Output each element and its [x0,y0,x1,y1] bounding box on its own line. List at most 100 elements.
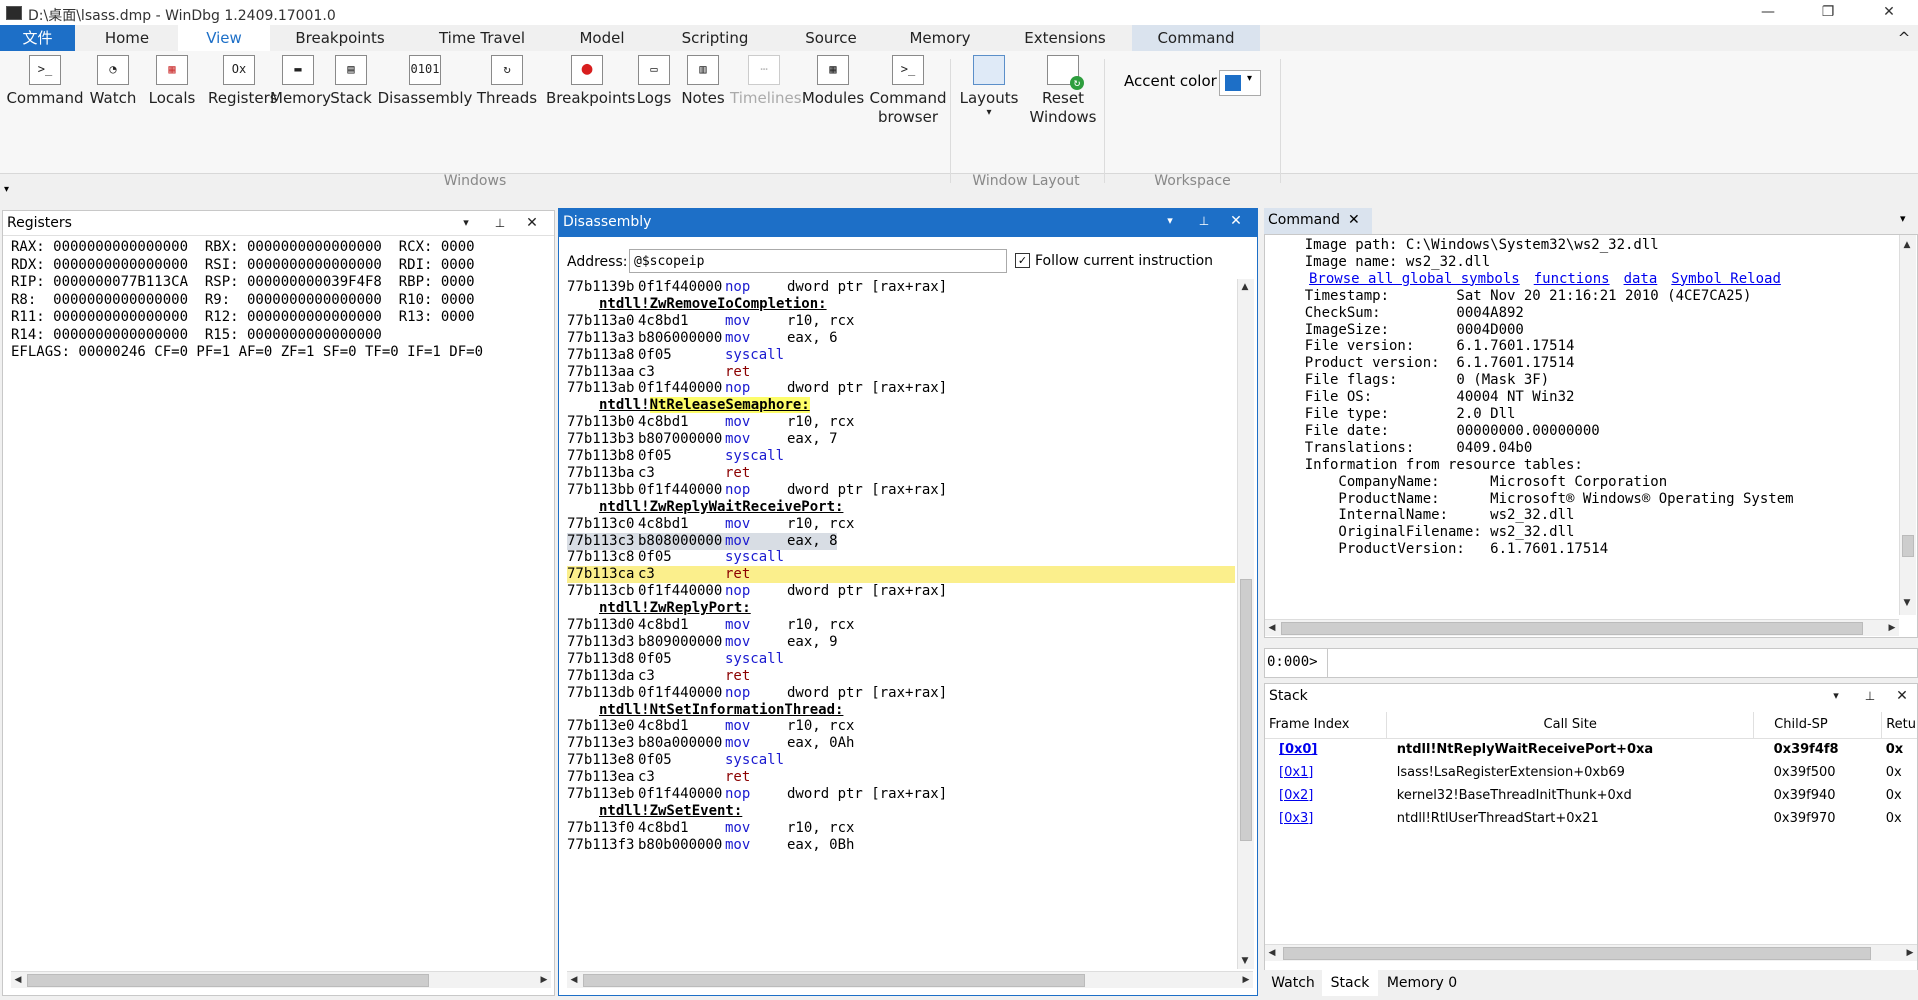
stack-frame-row[interactable]: [0x1] lsass!LsaRegisterExtension+0xb69 0x3… [1265,761,1917,784]
quick-access-toggle[interactable]: ▾ [4,184,9,195]
disasm-instruction-row[interactable]: 77b1139b 0f1f440000 nop dword ptr [rax+rax] [567,279,1235,296]
command-tab[interactable]: Command ✕ [1264,208,1372,234]
disasm-label-row[interactable]: ntdll!ZwReplyPort: [567,600,1235,617]
maximize-button[interactable]: ❐ [1805,0,1851,25]
command-link-functions[interactable]: functions [1534,271,1610,287]
accent-color-picker[interactable]: ▾ [1219,70,1261,96]
scroll-left-arrow[interactable]: ◀ [1265,945,1279,961]
registers-menu-button[interactable]: ▾ [455,211,477,235]
registers-hscroll-thumb[interactable] [27,974,429,987]
tab-command[interactable]: Command [1132,25,1260,51]
scroll-left-arrow[interactable]: ◀ [1265,620,1279,636]
tab-model[interactable]: Model [555,25,649,51]
column-return[interactable]: Retu [1882,712,1917,738]
disasm-label-row[interactable]: ntdll!NtReleaseSemaphore: [567,397,1235,414]
close-window-button[interactable]: ✕ [1866,0,1912,25]
disassembly-menu-button[interactable]: ▾ [1159,209,1181,233]
minimize-button[interactable]: — [1745,0,1791,25]
stack-menu-button[interactable]: ▾ [1825,684,1847,708]
follow-instruction-checkbox[interactable]: ✓ [1015,253,1030,268]
column-call-site[interactable]: Call Site [1386,712,1755,738]
tab-source[interactable]: Source [780,25,882,51]
scroll-down-arrow[interactable]: ▼ [1900,595,1914,611]
tab-time-travel[interactable]: Time Travel [412,25,552,51]
tab-extensions[interactable]: Extensions [1000,25,1130,51]
disasm-instruction-row[interactable]: 77b113ea c3 ret [567,769,1235,786]
ribbon-button-logs[interactable]: ▭ Logs [632,55,676,108]
disasm-instruction-row[interactable]: 77b113c8 0f05 syscall [567,549,1235,566]
command-input[interactable] [1331,651,1915,675]
bottom-tab-memory-0[interactable]: Memory 0 [1380,970,1464,996]
command-vscroll-thumb[interactable] [1902,535,1914,557]
collapse-ribbon-button[interactable]: ^ [1890,25,1918,51]
column-child-sp[interactable]: Child-SP [1753,712,1883,738]
ribbon-button-threads[interactable]: ↻ Threads [474,55,540,108]
disasm-instruction-row[interactable]: 77b113ba c3 ret [567,465,1235,482]
disasm-instruction-row[interactable]: 77b113eb 0f1f440000 nop dword ptr [rax+rax] [567,786,1235,803]
command-link-browse-all-global-symbols[interactable]: Browse all global symbols [1309,271,1520,287]
disasm-instruction-row[interactable]: 77b113b8 0f05 syscall [567,448,1235,465]
command-menu-button[interactable]: ▾ [1900,212,1906,225]
ribbon-button-disassembly[interactable]: 0101 Disassembly [376,55,474,108]
ribbon-button-notes[interactable]: ▥ Notes [680,55,726,108]
disassembly-close-button[interactable]: ✕ [1225,209,1247,233]
ribbon-button-locals[interactable]: ▦ Locals [142,55,202,108]
stack-hscrollbar[interactable]: ◀ ▶ [1265,944,1917,961]
disassembly-hscrollbar[interactable]: ◀ ▶ [567,971,1253,988]
disasm-instruction-row[interactable]: 77b113d8 0f05 syscall [567,651,1235,668]
scroll-up-arrow[interactable]: ▲ [1900,237,1914,253]
scroll-left-arrow[interactable]: ◀ [567,972,581,988]
ribbon-button-modules[interactable]: ▦ Modules [800,55,866,108]
stack-frame-index[interactable]: [0x1] [1265,761,1387,784]
disasm-instruction-row[interactable]: 77b113db 0f1f440000 nop dword ptr [rax+rax] [567,685,1235,702]
disasm-instruction-row[interactable]: 77b113da c3 ret [567,668,1235,685]
disasm-instruction-row[interactable]: 77b113cb 0f1f440000 nop dword ptr [rax+rax] [567,583,1235,600]
command-link-data[interactable]: data [1624,271,1658,287]
disasm-label-row[interactable]: ntdll!NtSetInformationThread: [567,702,1235,719]
disasm-instruction-row[interactable]: 77b113b3 b807000000 mov eax, 7 [567,431,1235,448]
ribbon-button-memory[interactable]: ▬ Memory [270,55,331,108]
disasm-label-row[interactable]: ntdll!ZwSetEvent: [567,803,1235,820]
stack-frame-row[interactable]: [0x0] ntdll!NtReplyWaitReceivePort+0xa 0x3… [1265,738,1917,761]
stack-frame-index[interactable]: [0x0] [1265,738,1387,761]
disasm-instruction-row[interactable]: 77b113d3 b809000000 mov eax, 9 [567,634,1235,651]
disasm-instruction-row[interactable]: 77b113e3 b80a000000 mov eax, 0Ah [567,735,1235,752]
command-hscroll-thumb[interactable] [1281,622,1863,635]
disasm-instruction-row[interactable]: 77b113ab 0f1f440000 nop dword ptr [rax+rax] [567,380,1235,397]
disasm-instruction-row[interactable]: 77b113c0 4c8bd1 mov r10, rcx [567,516,1235,533]
disasm-instruction-row[interactable]: 77b113f3 b80b000000 mov eax, 0Bh [567,837,1235,854]
disasm-instruction-row[interactable]: 77b113ca c3 ret [567,566,1235,584]
disassembly-vscrollbar[interactable]: ▲ ▼ [1237,279,1254,969]
disassembly-hscroll-thumb[interactable] [583,974,1085,987]
stack-frame-index[interactable]: [0x2] [1265,784,1387,807]
tab-breakpoints[interactable]: Breakpoints [272,25,408,51]
ribbon-button-registers[interactable]: Ox Registers [208,55,278,108]
scroll-left-arrow[interactable]: ◀ [11,972,25,988]
ribbon-button-command-browser[interactable]: >_ Command browser [866,55,950,127]
disasm-instruction-row[interactable]: 77b113a8 0f05 syscall [567,347,1235,364]
tab-memory[interactable]: Memory [884,25,996,51]
scroll-right-arrow[interactable]: ▶ [1903,945,1917,961]
ribbon-button-timelines[interactable]: ⋯ Timelines [730,55,802,108]
stack-close-button[interactable]: ✕ [1891,684,1913,708]
disasm-instruction-row[interactable]: 77b113aa c3 ret [567,364,1235,381]
bottom-tab-watch[interactable]: Watch [1264,970,1322,996]
disasm-instruction-row[interactable]: 77b113e0 4c8bd1 mov r10, rcx [567,718,1235,735]
stack-hscroll-thumb[interactable] [1283,947,1871,960]
tab-file[interactable]: 文件 [0,25,75,51]
disasm-instruction-row[interactable]: 77b113c3 b808000000 mov eax, 8 [567,532,838,550]
command-link-symbol-reload[interactable]: Symbol Reload [1671,271,1781,287]
stack-frame-row[interactable]: [0x3] ntdll!RtlUserThreadStart+0x21 0x39f9… [1265,807,1917,830]
stack-frame-index[interactable]: [0x3] [1265,807,1387,830]
reset-windows-button[interactable]: ↻ Reset Windows [1028,55,1098,127]
column-frame-index[interactable]: Frame Index [1265,712,1388,738]
disasm-instruction-row[interactable]: 77b113bb 0f1f440000 nop dword ptr [rax+rax] [567,482,1235,499]
disasm-instruction-row[interactable]: 77b113a3 b806000000 mov eax, 6 [567,330,1235,347]
registers-close-button[interactable]: ✕ [521,211,543,235]
ribbon-button-command[interactable]: >_ Command [6,55,84,108]
disassembly-vscroll-thumb[interactable] [1240,579,1252,841]
tab-scripting[interactable]: Scripting [652,25,778,51]
command-vscrollbar[interactable]: ▲ ▼ [1899,235,1916,615]
ribbon-button-stack[interactable]: ▤ Stack [328,55,374,108]
layouts-button[interactable]: Layouts ▾ [956,55,1022,118]
